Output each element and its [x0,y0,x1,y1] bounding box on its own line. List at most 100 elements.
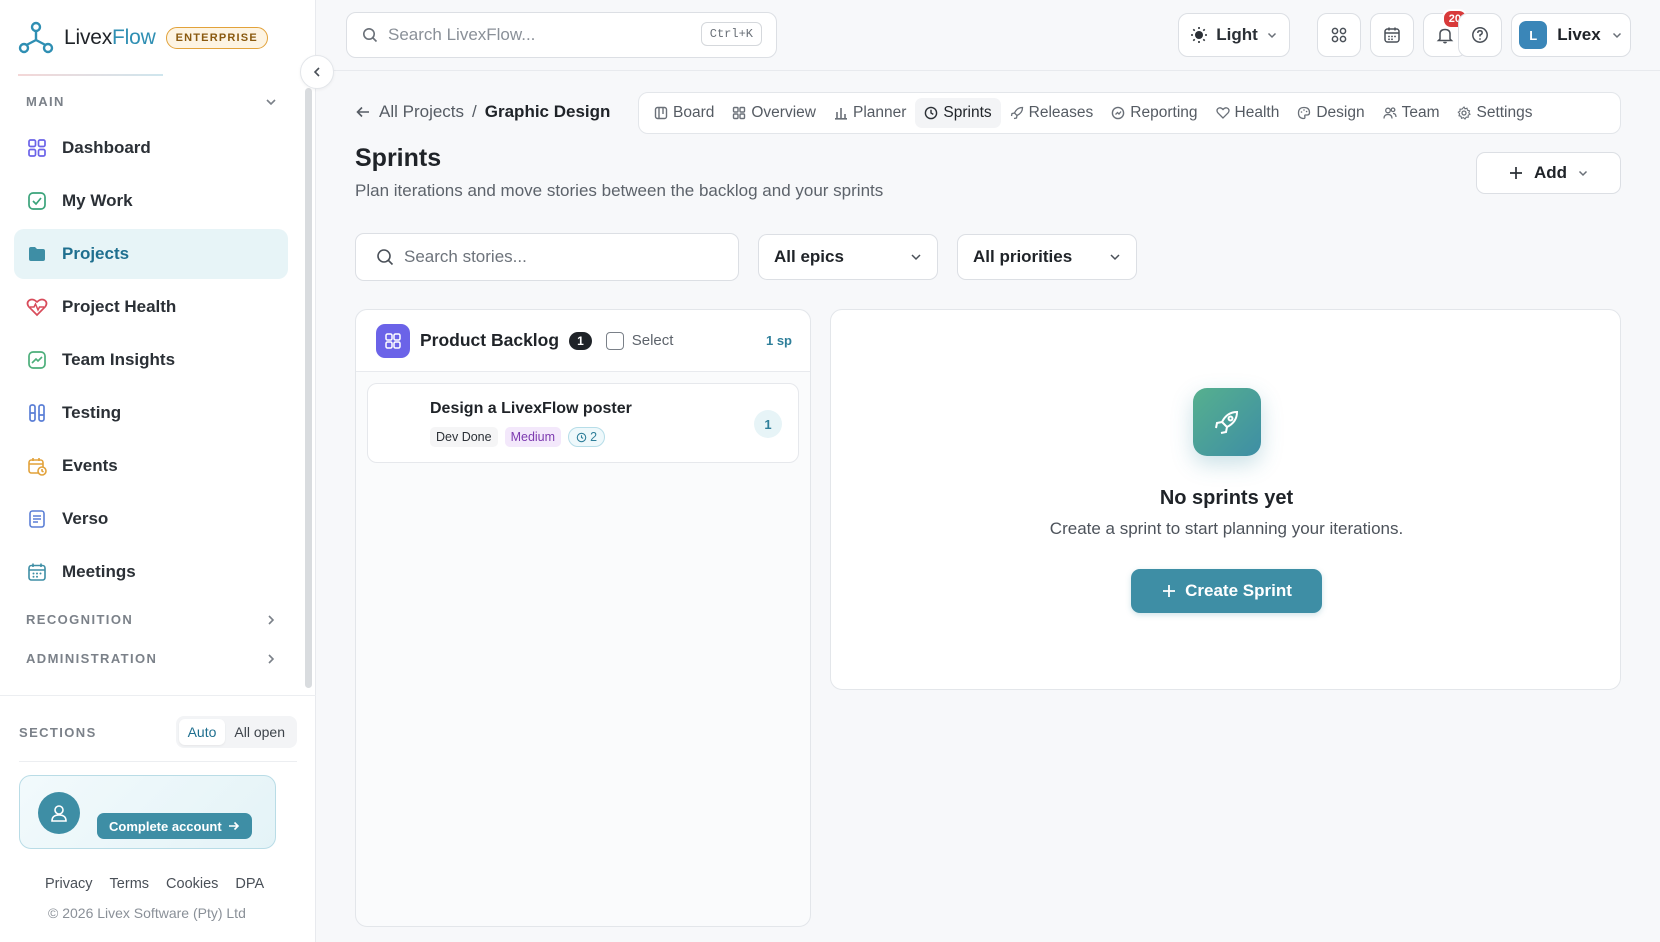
search-icon [376,248,394,266]
tab-releases[interactable]: Releases [1001,98,1103,128]
story-card[interactable]: Design a LivexFlow poster Dev Done Mediu… [367,383,799,463]
sidebar-item-events[interactable]: Events [14,441,288,491]
sections-option-auto[interactable]: Auto [178,719,226,745]
tab-overview[interactable]: Overview [723,98,825,128]
tab-board[interactable]: Board [645,98,723,128]
grid-icon [26,137,48,159]
sidebar-scrollbar[interactable] [305,88,312,688]
tab-team[interactable]: Team [1374,98,1449,128]
sidebar-item-team-insights[interactable]: Team Insights [14,335,288,385]
dpa-link[interactable]: DPA [235,876,264,892]
backlog-title: Product Backlog [420,330,560,350]
select-label[interactable]: Select [632,332,674,349]
privacy-link[interactable]: Privacy [45,876,93,892]
section-main-toggle[interactable]: MAIN [26,94,278,109]
chevron-down-icon [264,95,278,109]
sidebar-item-label: Team Insights [62,350,176,369]
sections-label: SECTIONS [19,724,97,740]
user-avatar-icon [38,792,80,834]
epic-filter-select[interactable]: All epics [758,234,938,280]
tab-health[interactable]: Health [1207,98,1289,128]
create-sprint-button[interactable]: Create Sprint [1131,569,1322,613]
priority-filter-select[interactable]: All priorities [957,234,1137,280]
tab-label: Planner [852,104,907,121]
back-arrow-icon[interactable] [355,104,371,120]
sidebar-divider [19,761,297,762]
collapse-sidebar-button[interactable] [300,55,334,89]
sidebar-item-project-health[interactable]: Project Health [14,282,288,332]
sidebar-divider [0,695,316,696]
breadcrumb-all-projects[interactable]: All Projects [379,102,464,122]
tab-label: Board [673,104,715,121]
page-subtitle: Plan iterations and move stories between… [355,181,884,200]
tab-sprints[interactable]: Sprints [915,98,1001,128]
section-administration-toggle[interactable]: ADMINISTRATION [26,651,278,666]
brand-name: LivexFlow [64,26,156,49]
select-all-checkbox[interactable] [605,331,624,350]
sidebar-item-verso[interactable]: Verso [14,494,288,544]
empty-state-title: No sprints yet [1159,487,1294,509]
gear-icon [1457,106,1472,120]
story-search-input[interactable] [404,247,704,267]
tab-reporting[interactable]: Reporting [1102,98,1206,128]
sidebar-item-my-work[interactable]: My Work [14,176,288,226]
chevron-down-icon [1266,29,1278,41]
bar-chart-icon [834,106,848,120]
sidebar: LivexFlow ENTERPRISE MAIN Dashboard My W… [0,0,316,942]
livexflow-logo-icon [18,20,54,56]
brand[interactable]: LivexFlow ENTERPRISE [18,20,268,56]
empty-state-description: Create a sprint to start planning your i… [1049,519,1404,538]
product-backlog-panel: Product Backlog 1 Select 1 sp Design a L… [355,309,811,927]
sidebar-item-testing[interactable]: Testing [14,388,288,438]
tab-settings[interactable]: Settings [1448,98,1541,128]
user-menu-button[interactable]: L Livex [1511,13,1631,57]
calendar-button[interactable] [1370,13,1414,57]
breadcrumb-separator: / [472,102,477,121]
tab-planner[interactable]: Planner [825,98,915,128]
palette-icon [1297,106,1311,120]
tab-label: Reporting [1130,104,1198,121]
apps-icon [1330,26,1348,44]
sidebar-item-meetings[interactable]: Meetings [14,547,288,597]
sidebar-item-dashboard[interactable]: Dashboard [14,123,288,173]
calendar-clock-icon [26,455,48,477]
global-search-input[interactable] [388,25,688,45]
complete-account-label: Complete account [109,818,222,834]
chart-up-icon [26,349,48,371]
help-circle-icon [1471,26,1489,44]
chevron-down-icon [1611,29,1623,41]
terms-link[interactable]: Terms [110,876,149,892]
user-name: Livex [1557,25,1601,44]
tab-design[interactable]: Design [1288,98,1373,128]
complete-account-button[interactable]: Complete account [97,813,252,839]
section-recognition-toggle[interactable]: RECOGNITION [26,612,278,627]
rocket-icon [1010,106,1024,120]
apps-button[interactable] [1317,13,1361,57]
sidebar-item-label: Verso [62,509,109,528]
global-search[interactable]: Ctrl+K [346,12,777,58]
backlog-story-points: 1 sp [765,333,792,348]
clock-icon [576,432,587,443]
add-button[interactable]: Add [1476,152,1621,194]
story-title[interactable]: Design a LivexFlow poster [430,400,632,418]
arrow-right-icon [228,820,240,832]
help-button-face[interactable] [1458,13,1502,57]
sections-option-all-open[interactable]: All open [225,719,294,745]
priority-filter-value: All priorities [973,247,1073,266]
board-icon [654,106,668,120]
story-subtasks-badge: 2 [568,427,606,447]
sidebar-item-label: My Work [62,191,133,210]
story-search[interactable] [355,233,739,281]
breadcrumb-current-project: Graphic Design [484,102,611,121]
document-icon [26,508,48,530]
section-main-label: MAIN [26,94,65,109]
brand-divider [18,74,163,76]
sections-segmented-control: Auto All open [175,716,297,748]
enterprise-badge: ENTERPRISE [165,27,268,49]
sprints-panel: No sprints yet Create a sprint to start … [830,309,1621,690]
cookies-link[interactable]: Cookies [166,876,218,892]
theme-toggle-button[interactable]: Light [1178,13,1290,57]
sidebar-item-projects[interactable]: Projects [14,229,288,279]
heart-pulse-icon [26,296,48,318]
theme-label: Light [1216,25,1258,44]
